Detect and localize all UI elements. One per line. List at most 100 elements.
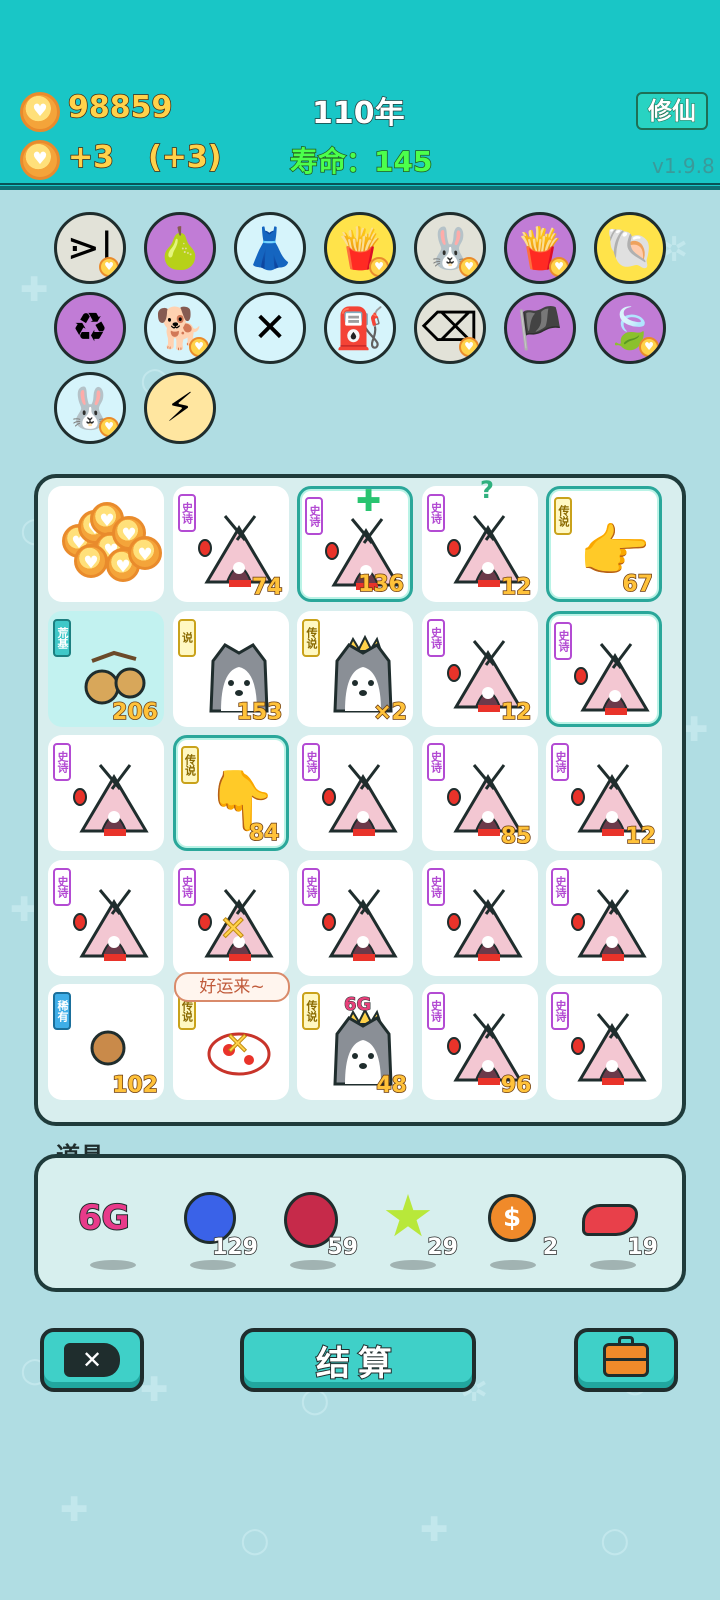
board-cell[interactable]: 史诗 96	[421, 984, 538, 1100]
lantern-house-icon	[571, 888, 647, 961]
prop-item[interactable]: $2	[468, 1184, 559, 1274]
income-bonus: (+3)	[147, 139, 222, 176]
skill-slot[interactable]: ⛽	[324, 292, 396, 364]
board-cell[interactable]: 荒基 206	[48, 610, 164, 727]
header-divider	[0, 183, 720, 185]
prop-item[interactable]: 19	[568, 1184, 659, 1274]
rarity-tag: 史诗	[551, 867, 569, 906]
prop-shadow	[590, 1260, 636, 1270]
heart-badge-icon: ♥	[99, 257, 119, 277]
board-cell[interactable]: 史诗	[297, 859, 413, 976]
rarity-tag: 史诗	[53, 743, 71, 781]
board-cell[interactable]: 说 153	[172, 610, 289, 727]
prop-shadow	[490, 1260, 536, 1270]
coin-icon	[20, 92, 60, 132]
board-cell[interactable]: 史诗	[48, 859, 164, 976]
board-cell[interactable]: 史诗	[421, 859, 538, 976]
rarity-tag: 史诗	[551, 743, 569, 781]
year-counter: 110年	[311, 95, 405, 132]
koi-fish-icon: ✕	[207, 1027, 270, 1076]
prop-item[interactable]: 6G	[68, 1184, 158, 1274]
skill-slot[interactable]: 🐚	[594, 212, 666, 284]
item-count: 206	[111, 699, 158, 726]
board-cell[interactable]: 史诗 12	[421, 610, 538, 727]
rarity-tag: 荒基	[53, 618, 71, 657]
prop-shadow	[290, 1260, 336, 1270]
board-cell[interactable]: 史诗 12	[546, 735, 662, 851]
board-cell[interactable]: 史诗 ✕	[172, 859, 289, 976]
skill-slot[interactable]: 👗	[234, 212, 306, 284]
lantern-house-icon	[571, 1013, 647, 1085]
skill-slot[interactable]: 🐰 ♥	[414, 212, 486, 284]
settle-button[interactable]: 结算	[240, 1328, 476, 1392]
lantern-house-icon	[446, 888, 523, 961]
lantern-house-icon	[574, 642, 650, 715]
board-cell[interactable]: 史诗 85	[421, 735, 538, 851]
skill-slot[interactable]: 🐕 ♥	[144, 292, 216, 364]
recycle-icon: ♻	[72, 305, 108, 351]
lantern-house-icon: ✕	[197, 888, 274, 961]
skill-slot[interactable]: ⚡	[144, 372, 216, 444]
board-cell[interactable]: 传说 👇 84	[172, 735, 289, 851]
item-count: 12	[625, 823, 657, 850]
heart-badge-icon: ♥	[549, 257, 569, 277]
item-count: 153	[236, 699, 283, 726]
board-cell[interactable]: 史诗	[546, 859, 662, 976]
item-count: 85	[500, 823, 532, 850]
chopsticks-icon: ✕	[253, 305, 287, 351]
skill-slot[interactable]: 🍟 ♥	[504, 212, 576, 284]
item-count: 48	[376, 1072, 408, 1099]
board-cell[interactable]: 史诗	[546, 610, 662, 727]
prop-count: 2	[542, 1234, 559, 1261]
skill-slot[interactable]: ✕	[234, 292, 306, 364]
skill-slot[interactable]: 🍃 ♥	[594, 292, 666, 364]
rarity-tag: 传说	[302, 618, 320, 657]
rarity-tag: 传说	[180, 746, 199, 784]
skill-slot[interactable]: ⌫ ♥	[414, 292, 486, 364]
prop-item[interactable]: 129	[168, 1184, 259, 1274]
board-cell[interactable]: 传说 ×2	[297, 610, 413, 727]
heart-badge-icon: ♥	[459, 257, 479, 277]
skill-slot[interactable]: 🍐	[144, 212, 216, 284]
rarity-tag: 史诗	[426, 867, 445, 906]
skill-slot[interactable]: 🏴	[504, 292, 576, 364]
lantern-house-icon	[73, 764, 149, 836]
coin-pile-icon	[48, 486, 164, 602]
board-cell[interactable]: 史诗 136	[297, 486, 413, 602]
prop-item[interactable]: 59	[268, 1184, 359, 1274]
skill-slot[interactable]: ⋗| ♥	[54, 212, 126, 284]
lantern-house-icon	[322, 888, 398, 961]
board-cell[interactable]: 史诗	[48, 735, 164, 851]
board-cell[interactable]: 稀有 102	[48, 984, 164, 1100]
board-cell[interactable]: 史诗	[297, 735, 413, 851]
good-luck-bubble: 好运来~	[174, 972, 290, 1002]
eyepatch-icon: 🏴	[515, 305, 565, 352]
skill-slot[interactable]: ♻	[54, 292, 126, 364]
item-count: 96	[500, 1072, 532, 1099]
top-status-bar: 98859 +3 (+3) 110年 寿命：145 修仙 v1.9.8	[0, 0, 720, 190]
board-cell[interactable]: 史诗	[546, 984, 662, 1100]
board-cell[interactable]: 传说 👉 67	[546, 486, 662, 602]
prop-item[interactable]: ★ 29	[368, 1182, 459, 1274]
props-panel: 6G 129 59 ★ 29 $2 19	[34, 1154, 686, 1292]
lightning-icon: ⚡	[165, 385, 195, 431]
money-value: 98859	[67, 89, 173, 126]
svg-text:✕: ✕	[219, 909, 248, 949]
rarity-tag: 史诗	[177, 494, 196, 532]
rarity-tag: 史诗	[302, 743, 320, 781]
briefcase-icon	[603, 1336, 649, 1377]
skill-slot[interactable]: 🐰 ♥	[54, 372, 126, 444]
rarity-tag: 史诗	[177, 867, 196, 906]
skill-slot[interactable]: 🍟 ♥	[324, 212, 396, 284]
item-count: 102	[111, 1072, 158, 1099]
briefcase-button[interactable]	[574, 1328, 678, 1392]
board-cell[interactable]: 史诗 74	[172, 486, 289, 602]
rarity-tag: 史诗	[53, 867, 71, 906]
cultivate-button[interactable]: 修仙	[636, 92, 708, 130]
item-board: 史诗74史诗136史诗12传说👉67荒基206说153传说×2史诗12史诗史诗传…	[34, 474, 686, 1126]
delete-button[interactable]: ✕	[40, 1328, 144, 1392]
item-count: 12	[500, 574, 532, 601]
heart-badge-icon: ♥	[189, 337, 209, 357]
lifespan-value: 寿命：145	[289, 144, 433, 179]
board-cell[interactable]	[48, 486, 164, 602]
